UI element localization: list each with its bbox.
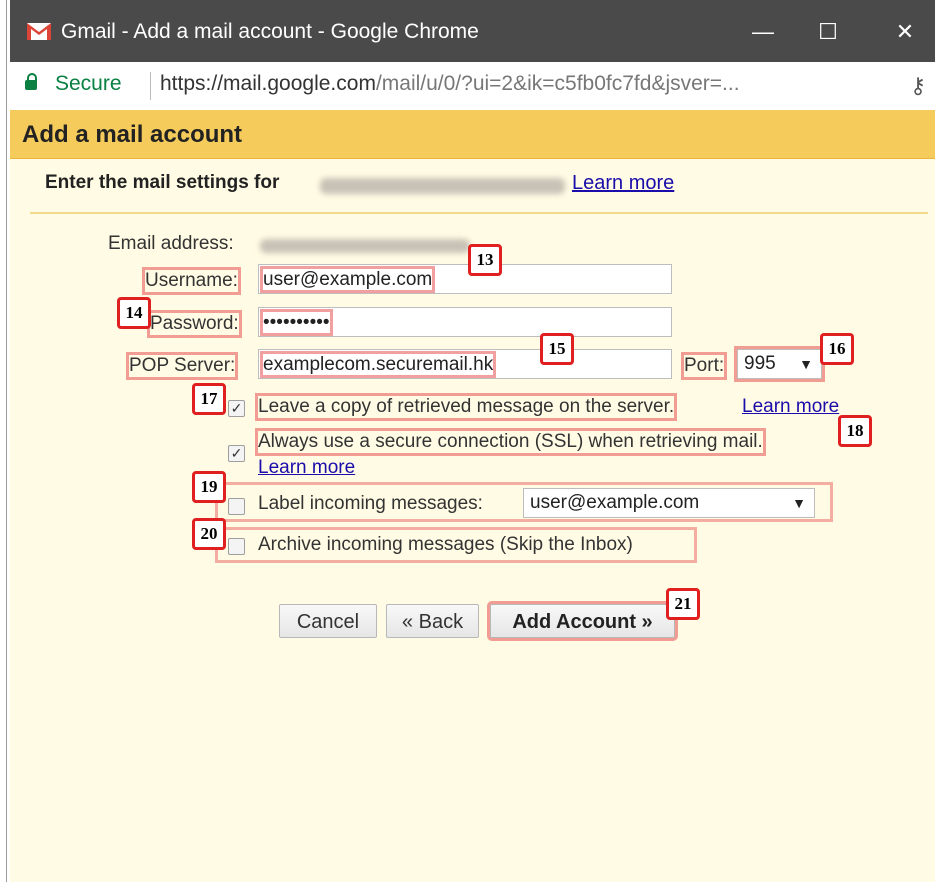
window-left-edge [0,0,8,882]
annotation-badge-15: 15 [540,333,574,365]
annotation-badge-21: 21 [666,588,700,620]
annotation-badge-16: 16 [820,333,854,365]
annotation-badge-19: 19 [192,471,226,503]
ssl-label: Always use a secure connection (SSL) whe… [255,428,766,456]
port-label: Port: [680,352,728,380]
maximize-button[interactable]: ☐ [805,12,851,52]
password-input[interactable]: •••••••••• [258,307,672,337]
secure-label[interactable]: Secure [55,72,122,96]
browser-titlebar: Gmail - Add a mail account - Google Chro… [10,0,935,62]
dialog-title: Add a mail account [22,121,243,148]
email-address-label: Email address: [108,233,234,254]
url-text[interactable]: https://mail.google.com/mail/u/0/?ui=2&i… [160,72,740,96]
window-title: Gmail - Add a mail account - Google Chro… [61,20,479,43]
minimize-button[interactable]: — [740,12,786,52]
leave-copy-checkbox[interactable]: ✓ [228,400,245,417]
annotation-badge-17: 17 [192,383,226,415]
username-value: user@example.com [259,266,436,293]
annotation-badge-20: 20 [192,518,226,550]
chevron-down-icon: ▼ [799,356,813,372]
address-bar[interactable]: Secure https://mail.google.com/mail/u/0/… [10,62,935,111]
archive-highlight [215,527,697,563]
cancel-button[interactable]: Cancel [279,604,377,638]
annotation-badge-14: 14 [117,297,151,329]
ssl-learn-more-link[interactable]: Learn more [258,457,355,479]
pop-server-value: examplecom.securemail.hk [259,351,497,378]
annotation-badge-13: 13 [468,244,502,276]
url-host: https://mail.google.com [160,72,376,95]
leave-copy-learn-more-link[interactable]: Learn more [742,396,839,418]
pop-server-label: POP Server: [125,352,239,380]
back-button[interactable]: « Back [386,604,479,638]
password-label: Password: [147,310,242,338]
username-label: Username: [142,267,241,295]
learn-more-link[interactable]: Learn more [572,172,674,195]
ssl-checkbox[interactable]: ✓ [228,445,245,462]
port-select[interactable]: 995 ▼ [734,346,825,382]
pop-server-input[interactable]: examplecom.securemail.hk [258,349,672,379]
username-input[interactable]: user@example.com [258,264,672,294]
add-mail-dialog: Add a mail account Enter the mail settin… [10,110,935,882]
redacted-email [320,178,565,194]
port-value: 995 [744,353,776,374]
close-button[interactable]: ✕ [882,12,928,52]
url-path: /mail/u/0/?ui=2&ik=c5fb0fc7fd&jsver=... [375,72,740,95]
password-value: •••••••••• [260,309,333,336]
gmail-icon [27,23,51,40]
dialog-header: Add a mail account [10,110,935,159]
add-account-button[interactable]: Add Account » [487,601,678,641]
lock-icon [25,73,37,90]
settings-subheading: Enter the mail settings for [45,172,280,193]
leave-copy-label: Leave a copy of retrieved message on the… [254,393,678,421]
label-incoming-highlight [215,482,833,522]
key-icon[interactable]: ⚷ [910,73,926,99]
address-separator [150,72,151,100]
annotation-badge-18: 18 [838,415,872,447]
redacted-email-value [260,239,470,253]
divider [30,212,928,214]
